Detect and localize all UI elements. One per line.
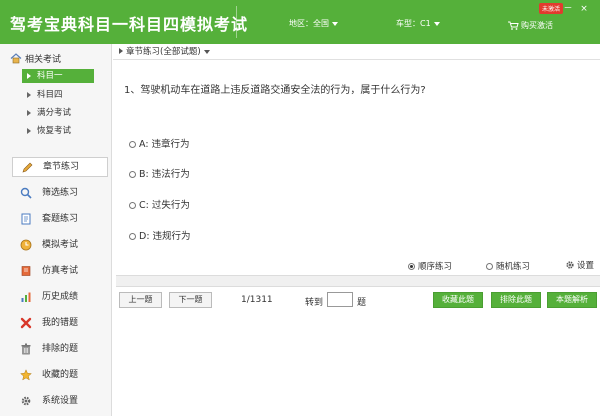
window-controls: － × <box>560 1 592 14</box>
nav-label: 模拟考试 <box>42 240 79 250</box>
option-label: C: 过失行为 <box>139 200 190 211</box>
question-explanation-button[interactable]: 本题解析 <box>547 292 597 308</box>
related-exams-heading: 相关考试 <box>10 52 61 65</box>
mode-label: 顺序练习 <box>418 262 453 272</box>
nav-my-wrong-questions[interactable]: 我的错题 <box>12 313 108 333</box>
main-panel: 章节练习(全部试题) 1、驾驶机动车在道路上违反道路交通安全法的行为，属于什么行… <box>113 44 600 416</box>
book-icon <box>21 266 31 276</box>
region-dropdown[interactable]: 地区：全国 <box>289 18 338 29</box>
header-divider <box>236 6 237 38</box>
sidebar-item-label: 科目一 <box>37 71 63 81</box>
nav-label: 历史成绩 <box>42 292 79 302</box>
sidebar: 相关考试 科目一 科目四 满分考试 恢复考试 章节练习 筛选练习 套题练习 模拟… <box>0 44 112 416</box>
chevron-down-icon <box>433 21 440 26</box>
trash-icon <box>21 343 31 355</box>
sidebar-item-full-score[interactable]: 满分考试 <box>22 106 94 120</box>
exclude-question-button[interactable]: 排除此题 <box>491 292 541 308</box>
sidebar-item-subject-four[interactable]: 科目四 <box>22 88 94 102</box>
sidebar-item-label: 恢复考试 <box>37 126 72 136</box>
nav-label: 系统设置 <box>42 396 79 406</box>
triangle-right-icon <box>27 128 31 134</box>
option-b[interactable]: B: 违法行为 <box>129 166 190 180</box>
nav-set-practice[interactable]: 套题练习 <box>12 209 108 229</box>
nav-label: 套题练习 <box>42 214 79 224</box>
home-icon <box>10 53 22 64</box>
gear-icon <box>566 261 574 269</box>
close-button[interactable]: × <box>576 4 592 14</box>
minimize-button[interactable]: － <box>560 1 576 14</box>
triangle-right-icon <box>27 73 31 79</box>
option-label: B: 违法行为 <box>139 169 190 180</box>
radio-button[interactable] <box>129 202 136 209</box>
buy-activate-button[interactable]: 购买激活 <box>508 20 553 31</box>
radio-button[interactable] <box>486 263 493 270</box>
region-label: 地区：全国 <box>289 19 329 28</box>
triangle-right-icon <box>27 92 31 98</box>
chevron-down-icon <box>203 49 210 54</box>
radio-button[interactable] <box>129 233 136 240</box>
car-type-dropdown[interactable]: 车型：C1 <box>396 18 440 29</box>
star-icon <box>20 369 32 381</box>
document-icon <box>21 213 31 225</box>
option-a[interactable]: A: 违章行为 <box>129 136 190 150</box>
triangle-right-icon <box>119 48 123 54</box>
clock-icon <box>20 239 32 251</box>
next-question-button[interactable]: 下一题 <box>169 292 212 308</box>
sequential-practice-radio[interactable]: 顺序练习 <box>408 260 452 272</box>
pencil-icon <box>22 162 33 173</box>
option-c[interactable]: C: 过失行为 <box>129 197 190 211</box>
settings-button[interactable]: 设置 <box>565 259 594 271</box>
title-bar: 驾考宝典科目一科目四模拟考试 地区：全国 车型：C1 未激活 － × 购买激活 <box>0 0 600 44</box>
nav-label: 排除的题 <box>42 344 79 354</box>
breadcrumb-label: 章节练习(全部试题) <box>126 47 201 57</box>
mode-label: 随机练习 <box>496 262 531 272</box>
goto-suffix: 题 <box>357 298 367 308</box>
nav-history-scores[interactable]: 历史成绩 <box>12 287 108 307</box>
radio-button[interactable] <box>129 141 136 148</box>
chevron-down-icon <box>332 21 338 26</box>
question-text: 1、驾驶机动车在道路上违反道路交通安全法的行为，属于什么行为? <box>124 85 426 96</box>
sidebar-item-label: 满分考试 <box>37 108 72 118</box>
nav-system-settings[interactable]: 系统设置 <box>12 391 108 411</box>
goto-label: 转到 <box>305 298 324 308</box>
nav-label: 仿真考试 <box>42 266 79 276</box>
question-counter: 1/1311 <box>241 295 273 305</box>
nav-label: 筛选练习 <box>42 188 79 198</box>
nav-mock-exam[interactable]: 模拟考试 <box>12 235 108 255</box>
related-exams-label: 相关考试 <box>25 55 62 65</box>
option-d[interactable]: D: 违规行为 <box>129 228 191 242</box>
radio-button[interactable] <box>408 263 415 270</box>
random-practice-radio[interactable]: 随机练习 <box>486 260 530 272</box>
settings-label: 设置 <box>577 261 595 271</box>
goto-question-input[interactable] <box>327 292 353 307</box>
cart-icon <box>508 21 519 30</box>
nav-label: 我的错题 <box>42 318 79 328</box>
gear-icon <box>21 396 31 406</box>
option-label: A: 违章行为 <box>139 139 190 150</box>
search-icon <box>20 187 32 199</box>
nav-excluded-questions[interactable]: 排除的题 <box>12 339 108 359</box>
nav-label: 章节练习 <box>43 162 80 172</box>
nav-label: 收藏的题 <box>42 370 79 380</box>
sidebar-item-subject-one[interactable]: 科目一 <box>22 69 94 83</box>
nav-simulated-exam[interactable]: 仿真考试 <box>12 261 108 281</box>
favorite-question-button[interactable]: 收藏此题 <box>433 292 483 308</box>
car-type-label: 车型：C1 <box>396 19 431 28</box>
sidebar-item-resume-exam[interactable]: 恢复考试 <box>22 124 94 138</box>
chapter-breadcrumb-dropdown[interactable]: 章节练习(全部试题) <box>113 44 600 60</box>
app-title: 驾考宝典科目一科目四模拟考试 <box>10 15 249 34</box>
nav-chapter-practice[interactable]: 章节练习 <box>12 157 108 177</box>
horizontal-scrollbar[interactable] <box>116 275 600 287</box>
x-mark-icon <box>20 317 32 329</box>
sidebar-item-label: 科目四 <box>37 90 63 100</box>
option-label: D: 违规行为 <box>139 231 191 242</box>
radio-button[interactable] <box>129 171 136 178</box>
bar-chart-icon <box>21 292 31 302</box>
buy-label: 购买激活 <box>521 21 553 30</box>
triangle-right-icon <box>27 110 31 116</box>
previous-question-button[interactable]: 上一题 <box>119 292 162 308</box>
nav-favorite-questions[interactable]: 收藏的题 <box>12 365 108 385</box>
nav-filter-practice[interactable]: 筛选练习 <box>12 183 108 203</box>
